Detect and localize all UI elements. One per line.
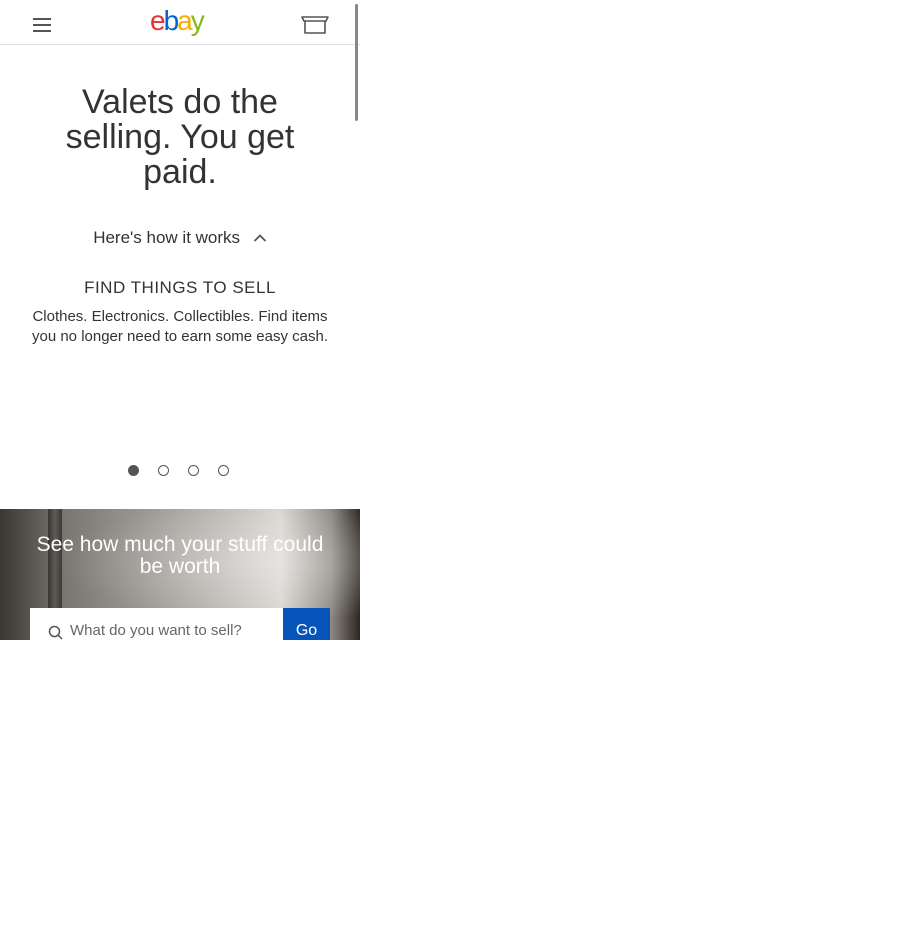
carousel-dot-2[interactable] xyxy=(158,465,169,476)
ebay-logo[interactable]: ebay xyxy=(150,4,214,38)
how-it-works-toggle[interactable]: Here's how it works xyxy=(0,228,360,249)
carousel-dot-1[interactable] xyxy=(128,465,139,476)
hero-title: Valets do the selling. You get paid. xyxy=(65,83,295,191)
chevron-up-graphic xyxy=(253,233,266,242)
logo-letter: b xyxy=(163,5,180,36)
banner-title: See how much your stuff could be worth xyxy=(36,533,324,578)
sell-search-input[interactable] xyxy=(70,618,275,640)
menu-bar xyxy=(33,18,51,20)
scrollbar-thumb[interactable] xyxy=(355,4,358,121)
menu-bar xyxy=(33,24,51,26)
sell-search-box[interactable] xyxy=(30,608,283,640)
mobile-viewport: ebay Valets do the selling. You get paid… xyxy=(0,0,360,640)
site-header: ebay xyxy=(0,0,360,45)
chevron-up-icon xyxy=(253,228,267,248)
step-description: Clothes. Electronics. Collectibles. Find… xyxy=(31,308,329,345)
hamburger-menu-icon[interactable] xyxy=(33,18,51,32)
logo-letter: a xyxy=(177,5,193,36)
carousel-dot-4[interactable] xyxy=(218,465,229,476)
logo-letter: y xyxy=(190,5,205,36)
search-icon-graphic xyxy=(48,625,63,640)
shopping-cart-icon[interactable] xyxy=(300,13,330,35)
how-it-works-label: Here's how it works xyxy=(93,228,241,247)
carousel-pagination xyxy=(128,465,238,479)
menu-bar xyxy=(33,30,51,32)
carousel-dot-3[interactable] xyxy=(188,465,199,476)
step-title: FIND THINGS TO SELL xyxy=(84,278,276,297)
search-icon xyxy=(48,625,64,640)
value-estimate-banner: See how much your stuff could be worth G… xyxy=(0,509,360,640)
go-button[interactable]: Go xyxy=(283,608,330,640)
cart-icon-graphic xyxy=(301,16,329,34)
logo-letter: e xyxy=(150,5,166,36)
